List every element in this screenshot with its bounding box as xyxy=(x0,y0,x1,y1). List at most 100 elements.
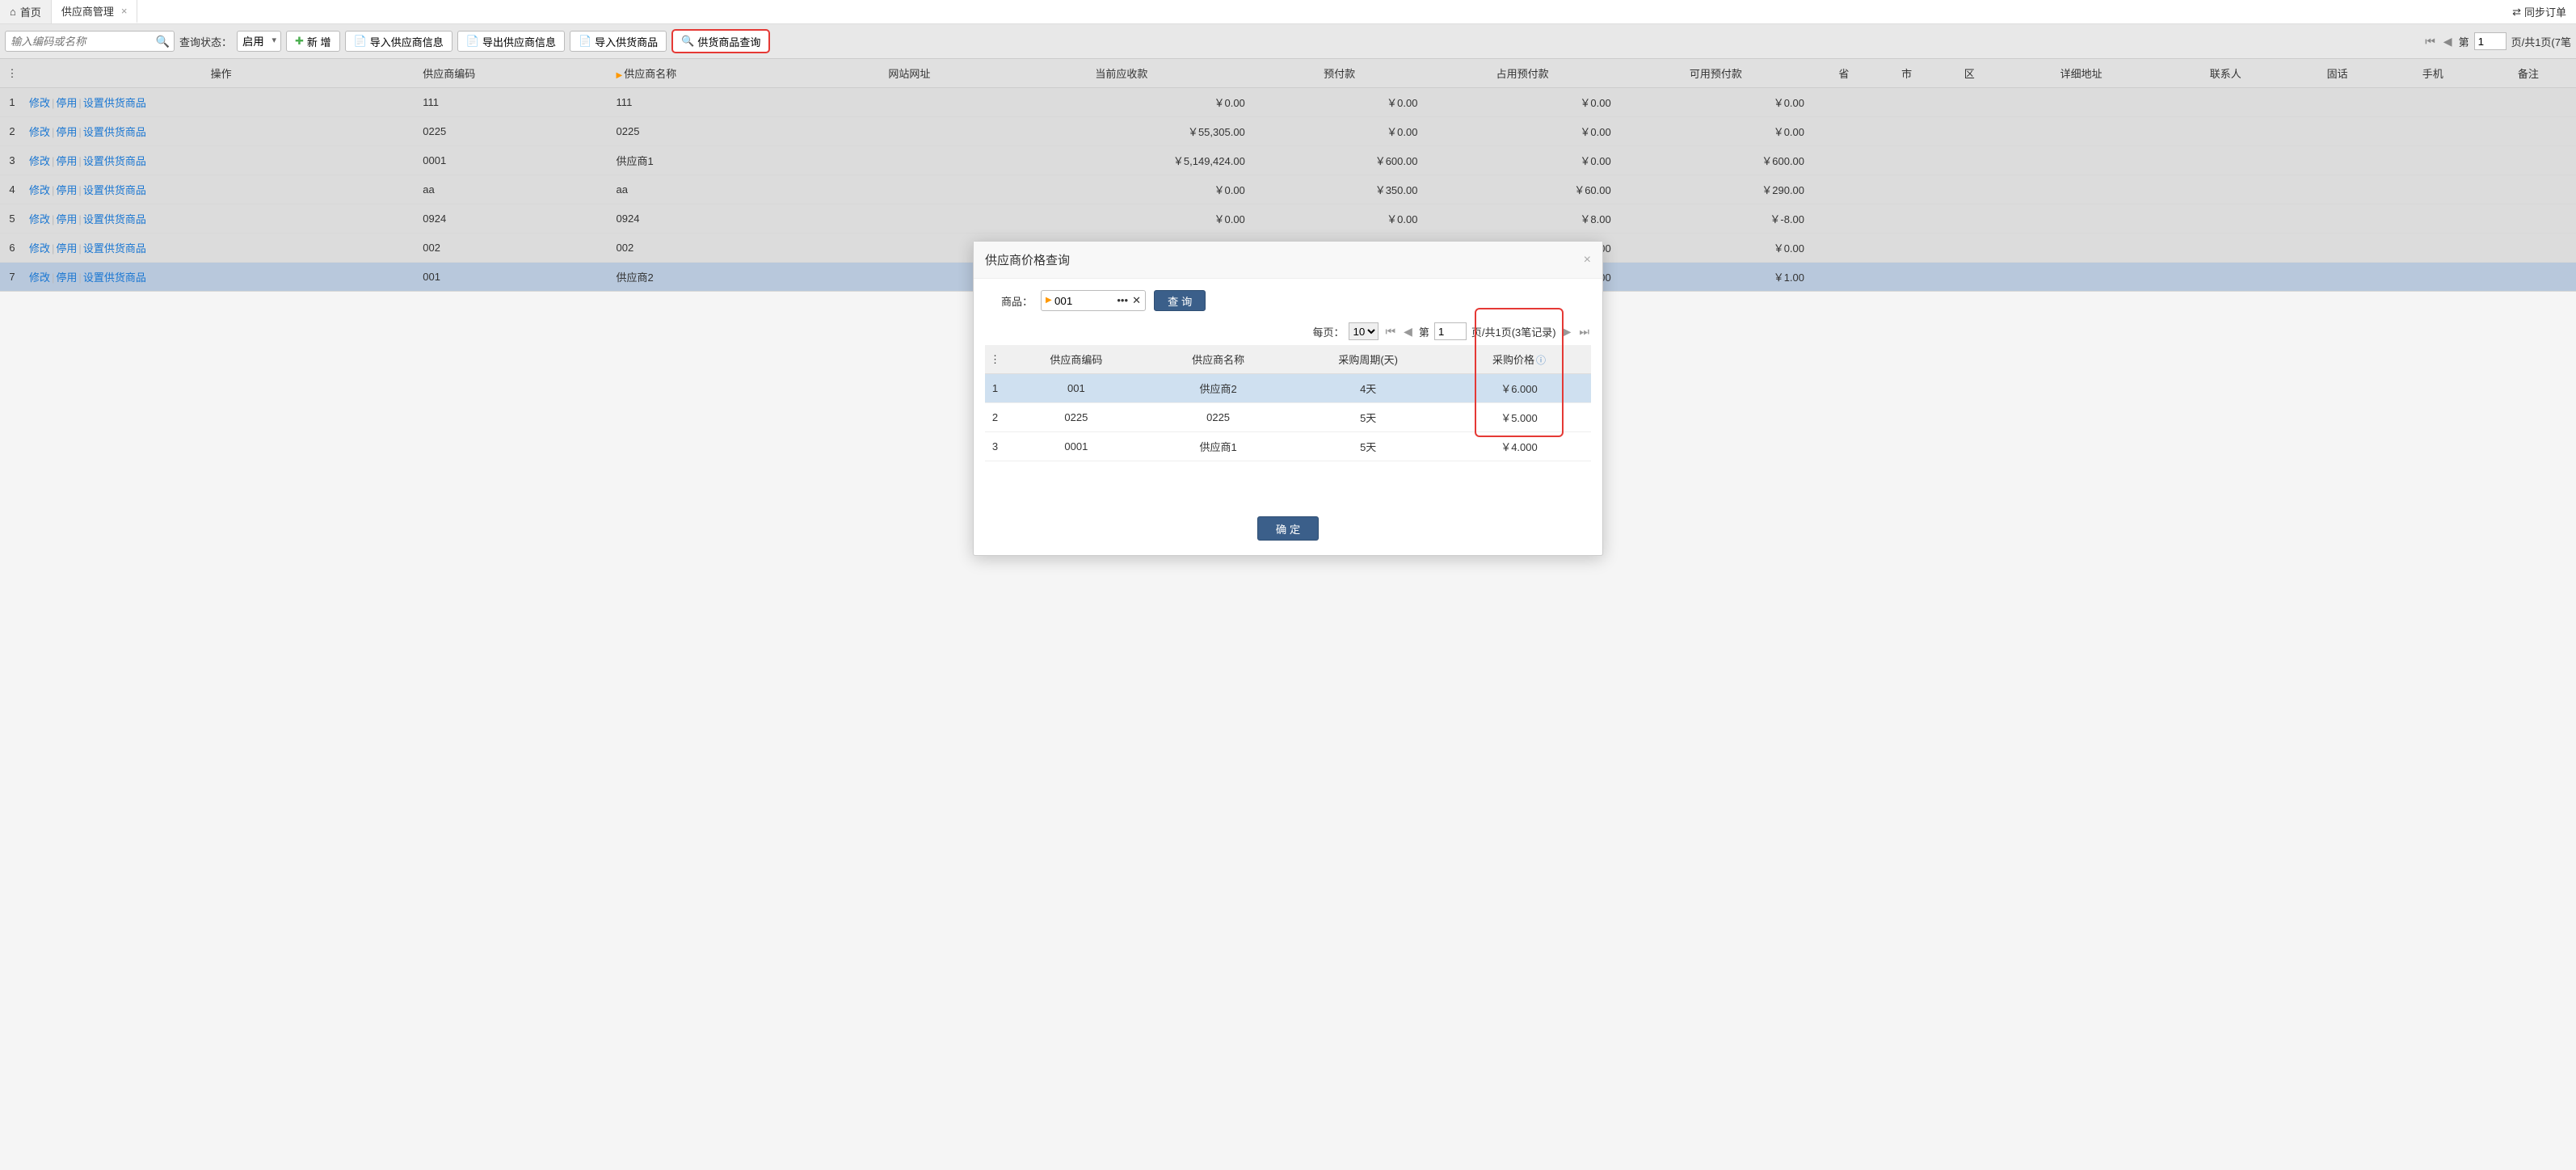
col-contact[interactable]: 联系人 xyxy=(2161,59,2290,88)
cell-recv: ￥0.00 xyxy=(990,175,1253,204)
row-actions: 修改|停用|设置供货商品 xyxy=(24,175,418,204)
col-name[interactable]: ▶供应商名称 xyxy=(612,59,829,88)
disable-link[interactable]: 停用 xyxy=(56,155,77,167)
col-prov[interactable]: 省 xyxy=(1812,59,1875,88)
col-city[interactable]: 市 xyxy=(1875,59,1938,88)
export-icon: 📄 xyxy=(466,35,479,48)
cell-name: aa xyxy=(612,175,829,204)
price-row-index: 3 xyxy=(985,432,1005,461)
search-input[interactable] xyxy=(5,31,175,52)
col-used[interactable]: 占用预付款 xyxy=(1425,59,1618,88)
per-page-select[interactable]: 10 xyxy=(1349,322,1378,340)
edit-link[interactable]: 修改 xyxy=(29,97,50,109)
modal-page-input[interactable] xyxy=(1434,322,1467,340)
disable-link[interactable]: 停用 xyxy=(56,242,77,255)
product-input[interactable] xyxy=(1041,290,1146,311)
cell-avail: ￥0.00 xyxy=(1619,88,1812,117)
table-row[interactable]: 1修改|停用|设置供货商品111111￥0.00￥0.00￥0.00￥0.00 xyxy=(0,88,2576,117)
edit-link[interactable]: 修改 xyxy=(29,213,50,225)
price-row-name: 供应商1 xyxy=(1147,432,1290,461)
cell-code: aa xyxy=(418,175,611,204)
col-phone[interactable]: 固话 xyxy=(2290,59,2385,88)
col-remark[interactable]: 备注 xyxy=(2481,59,2576,88)
set-goods-link[interactable]: 设置供货商品 xyxy=(83,242,146,255)
picker-icon[interactable]: ••• xyxy=(1117,294,1128,306)
edit-link[interactable]: 修改 xyxy=(29,184,50,196)
modal-pager-prev-icon[interactable]: ◀ xyxy=(1402,325,1414,339)
edit-link[interactable]: 修改 xyxy=(29,242,50,255)
modal-query-button[interactable]: 查 询 xyxy=(1154,290,1206,311)
cell-website xyxy=(829,146,990,175)
close-icon[interactable]: × xyxy=(121,5,128,17)
cell-used: ￥0.00 xyxy=(1425,117,1618,146)
modal-col-menu[interactable]: ⋮ xyxy=(985,345,1005,374)
cell-code: 001 xyxy=(418,263,611,292)
modal-col-code[interactable]: 供应商编码 xyxy=(1005,345,1147,374)
tab-home[interactable]: ⌂ 首页 xyxy=(0,0,52,23)
plus-icon: ✚ xyxy=(295,35,304,48)
export-supplier-button[interactable]: 📄 导出供应商信息 xyxy=(457,31,565,52)
disable-link[interactable]: 停用 xyxy=(56,97,77,109)
set-goods-link[interactable]: 设置供货商品 xyxy=(83,155,146,167)
tab-supplier-mgmt[interactable]: 供应商管理 × xyxy=(52,0,138,23)
query-goods-button[interactable]: 🔍 供货商品查询 xyxy=(671,29,770,53)
col-dist[interactable]: 区 xyxy=(1938,59,2001,88)
cell-code: 0924 xyxy=(418,204,611,234)
modal-ok-button[interactable]: 确 定 xyxy=(1257,516,1319,541)
edit-link[interactable]: 修改 xyxy=(29,155,50,167)
query-icon: 🔍 xyxy=(681,35,694,48)
cell-recv: ￥5,149,424.00 xyxy=(990,146,1253,175)
col-addr[interactable]: 详细地址 xyxy=(2001,59,2161,88)
cell-name: 0225 xyxy=(612,117,829,146)
disable-link[interactable]: 停用 xyxy=(56,271,77,284)
tab-home-label: 首页 xyxy=(20,4,41,19)
set-goods-link[interactable]: 设置供货商品 xyxy=(83,184,146,196)
col-recv[interactable]: 当前应收款 xyxy=(990,59,1253,88)
col-website[interactable]: 网站网址 xyxy=(829,59,990,88)
import-icon: 📄 xyxy=(354,35,367,48)
col-avail[interactable]: 可用预付款 xyxy=(1619,59,1812,88)
table-row[interactable]: 4修改|停用|设置供货商品aaaa￥0.00￥350.00￥60.00￥290.… xyxy=(0,175,2576,204)
status-select[interactable]: 启用 xyxy=(237,31,281,52)
table-row[interactable]: 2修改|停用|设置供货商品02250225￥55,305.00￥0.00￥0.0… xyxy=(0,117,2576,146)
disable-link[interactable]: 停用 xyxy=(56,184,77,196)
pager-prev-icon[interactable]: ◀ xyxy=(2442,35,2454,48)
col-actions: 操作 xyxy=(24,59,418,88)
modal-pager-last-icon[interactable]: ⏭ xyxy=(1577,325,1591,339)
set-goods-link[interactable]: 设置供货商品 xyxy=(83,271,146,284)
col-menu[interactable]: ⋮ xyxy=(0,59,24,88)
search-icon[interactable]: 🔍 xyxy=(156,35,170,48)
pager-first-icon[interactable]: ⏮ xyxy=(2423,35,2437,48)
col-code[interactable]: 供应商编码 xyxy=(418,59,611,88)
row-actions: 修改|停用|设置供货商品 xyxy=(24,234,418,263)
cell-name: 供应商1 xyxy=(612,146,829,175)
modal-col-cycle[interactable]: 采购周期(天) xyxy=(1289,345,1446,374)
price-row-cycle: 5天 xyxy=(1289,432,1446,461)
cell-website xyxy=(829,234,990,263)
modal-pager-first-icon[interactable]: ⏮ xyxy=(1383,325,1397,339)
disable-link[interactable]: 停用 xyxy=(56,126,77,138)
edit-link[interactable]: 修改 xyxy=(29,126,50,138)
clear-icon[interactable]: ✕ xyxy=(1132,294,1141,307)
new-button[interactable]: ✚ 新 增 xyxy=(286,31,340,52)
set-goods-link[interactable]: 设置供货商品 xyxy=(83,126,146,138)
col-pre[interactable]: 预付款 xyxy=(1253,59,1426,88)
set-goods-link[interactable]: 设置供货商品 xyxy=(83,213,146,225)
pager-page-input[interactable] xyxy=(2474,32,2507,50)
edit-link[interactable]: 修改 xyxy=(29,271,50,284)
disable-link[interactable]: 停用 xyxy=(56,213,77,225)
cell-used: ￥0.00 xyxy=(1425,146,1618,175)
sync-orders-label: 同步订单 xyxy=(2524,4,2566,19)
table-row[interactable]: 5修改|停用|设置供货商品09240924￥0.00￥0.00￥8.00￥-8.… xyxy=(0,204,2576,234)
new-button-label: 新 增 xyxy=(307,34,331,49)
query-goods-label: 供货商品查询 xyxy=(697,34,760,49)
cell-recv: ￥55,305.00 xyxy=(990,117,1253,146)
import-supplier-button[interactable]: 📄 导入供应商信息 xyxy=(345,31,452,52)
set-goods-link[interactable]: 设置供货商品 xyxy=(83,97,146,109)
col-mobile[interactable]: 手机 xyxy=(2385,59,2481,88)
modal-close-icon[interactable]: × xyxy=(1584,253,1591,267)
modal-col-name[interactable]: 供应商名称 xyxy=(1147,345,1290,374)
table-row[interactable]: 3修改|停用|设置供货商品0001供应商1￥5,149,424.00￥600.0… xyxy=(0,146,2576,175)
sync-orders-link[interactable]: ⇄ 同步订单 xyxy=(2502,0,2576,23)
import-goods-button[interactable]: 📄 导入供货商品 xyxy=(570,31,667,52)
